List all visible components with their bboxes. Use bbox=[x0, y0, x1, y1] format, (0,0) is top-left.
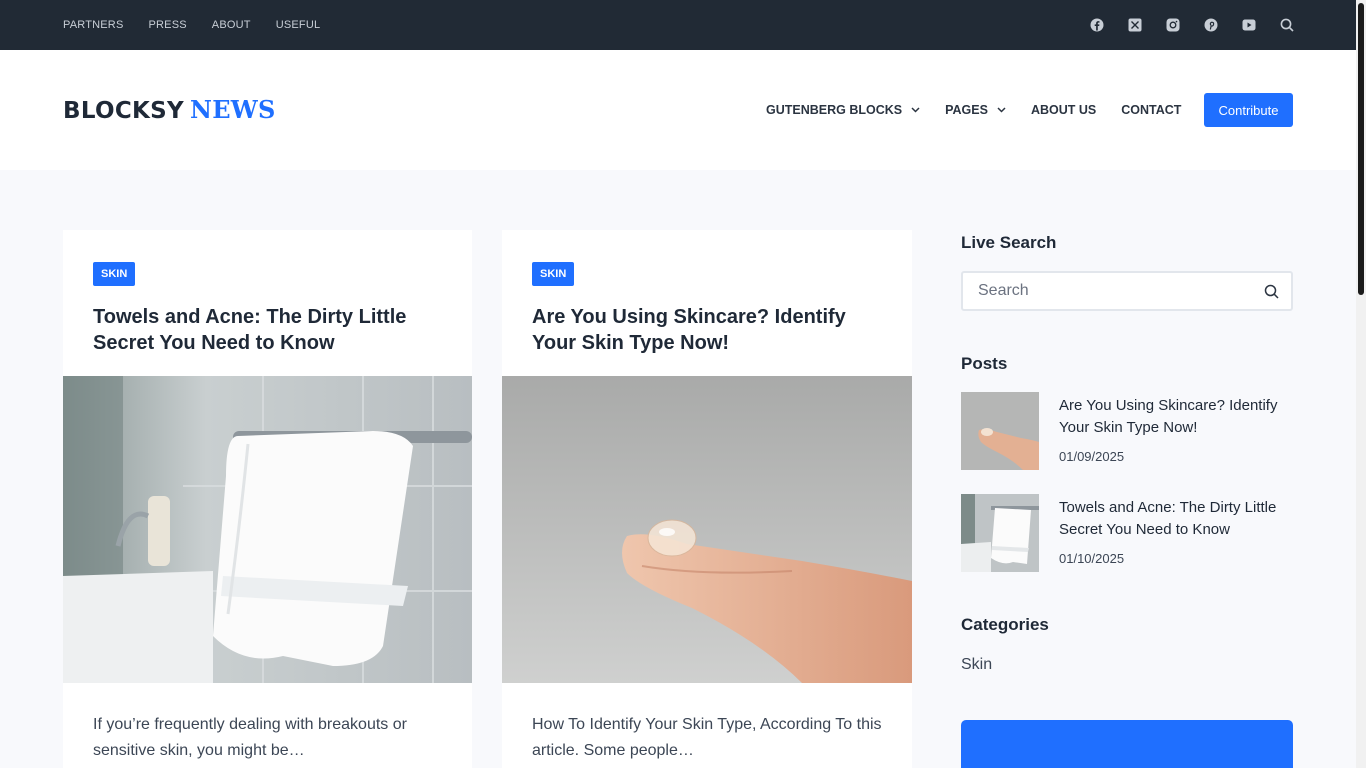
post-excerpt: If you’re frequently dealing with breako… bbox=[93, 716, 407, 759]
x-icon[interactable] bbox=[1128, 18, 1142, 32]
live-search-heading: Live Search bbox=[961, 233, 1057, 252]
logo-part-2: NEWS bbox=[189, 95, 276, 124]
facebook-icon[interactable] bbox=[1090, 18, 1104, 32]
youtube-icon[interactable] bbox=[1242, 18, 1256, 32]
top-menu-press[interactable]: PRESS bbox=[148, 19, 186, 31]
top-bar: PARTNERS PRESS ABOUT USEFUL bbox=[0, 0, 1356, 50]
main-nav: GUTENBERG BLOCKS PAGES ABOUT US CONTACT bbox=[766, 50, 1206, 170]
post-card: SKIN Are You Using Skincare? Identify Yo… bbox=[502, 230, 912, 768]
recent-post-title[interactable]: Towels and Acne: The Dirty Little Secret… bbox=[1059, 497, 1293, 541]
post-title[interactable]: Are You Using Skincare? Identify Your Sk… bbox=[532, 304, 882, 356]
search-icon[interactable] bbox=[1264, 284, 1279, 304]
chevron-down-icon bbox=[911, 107, 920, 113]
search-icon[interactable] bbox=[1280, 18, 1294, 32]
search-input[interactable] bbox=[963, 273, 1233, 309]
page-scrollbar[interactable] bbox=[1356, 0, 1366, 768]
logo-part-1: BLOCKSY bbox=[63, 98, 184, 124]
post-image-towel[interactable] bbox=[63, 376, 472, 683]
live-search-box bbox=[961, 271, 1293, 311]
recent-post-date: 01/10/2025 bbox=[1059, 551, 1125, 566]
recent-post-item[interactable]: Towels and Acne: The Dirty Little Secret… bbox=[961, 494, 1293, 572]
site-header: BLOCKSY NEWS GUTENBERG BLOCKS PAGES ABOUT… bbox=[0, 50, 1356, 170]
nav-item-pages[interactable]: PAGES bbox=[945, 103, 1006, 117]
site-logo[interactable]: BLOCKSY NEWS bbox=[63, 95, 276, 124]
nav-item-label: CONTACT bbox=[1121, 103, 1182, 117]
top-menu-partners[interactable]: PARTNERS bbox=[63, 19, 123, 31]
nav-item-label: GUTENBERG BLOCKS bbox=[766, 103, 903, 117]
posts-heading: Posts bbox=[961, 354, 1008, 373]
chevron-down-icon bbox=[997, 107, 1006, 113]
contribute-button[interactable]: Contribute bbox=[1204, 93, 1293, 127]
recent-post-date: 01/09/2025 bbox=[1059, 449, 1125, 464]
recent-post-title[interactable]: Are You Using Skincare? Identify Your Sk… bbox=[1059, 395, 1293, 439]
nav-item-gutenberg-blocks[interactable]: GUTENBERG BLOCKS bbox=[766, 103, 920, 117]
pinterest-icon[interactable] bbox=[1204, 18, 1218, 32]
instagram-icon[interactable] bbox=[1166, 18, 1180, 32]
post-title[interactable]: Towels and Acne: The Dirty Little Secret… bbox=[93, 304, 443, 356]
category-link-skin[interactable]: Skin bbox=[961, 656, 992, 674]
category-badge[interactable]: SKIN bbox=[93, 262, 136, 286]
recent-post-thumbnail[interactable] bbox=[961, 392, 1039, 470]
top-menu-useful[interactable]: USEFUL bbox=[276, 19, 321, 31]
nav-item-contact[interactable]: CONTACT bbox=[1121, 103, 1181, 117]
top-menu: PARTNERS PRESS ABOUT USEFUL bbox=[63, 0, 345, 50]
scrollbar-thumb[interactable] bbox=[1358, 3, 1364, 295]
recent-post-item[interactable]: Are You Using Skincare? Identify Your Sk… bbox=[961, 392, 1293, 470]
post-card: SKIN Towels and Acne: The Dirty Little S… bbox=[63, 230, 472, 768]
category-badge[interactable]: SKIN bbox=[532, 262, 575, 286]
top-menu-about[interactable]: ABOUT bbox=[212, 19, 251, 31]
nav-item-label: PAGES bbox=[945, 103, 988, 117]
nav-item-label: ABOUT US bbox=[1030, 103, 1097, 117]
nav-item-about-us[interactable]: ABOUT US bbox=[1031, 103, 1096, 117]
recent-post-thumbnail[interactable] bbox=[961, 494, 1039, 572]
categories-heading: Categories bbox=[961, 615, 1049, 634]
promo-block bbox=[961, 720, 1293, 768]
post-excerpt: How To Identify Your Skin Type, Accordin… bbox=[532, 716, 882, 759]
social-links bbox=[1066, 0, 1294, 50]
post-image-hand[interactable] bbox=[502, 376, 912, 683]
